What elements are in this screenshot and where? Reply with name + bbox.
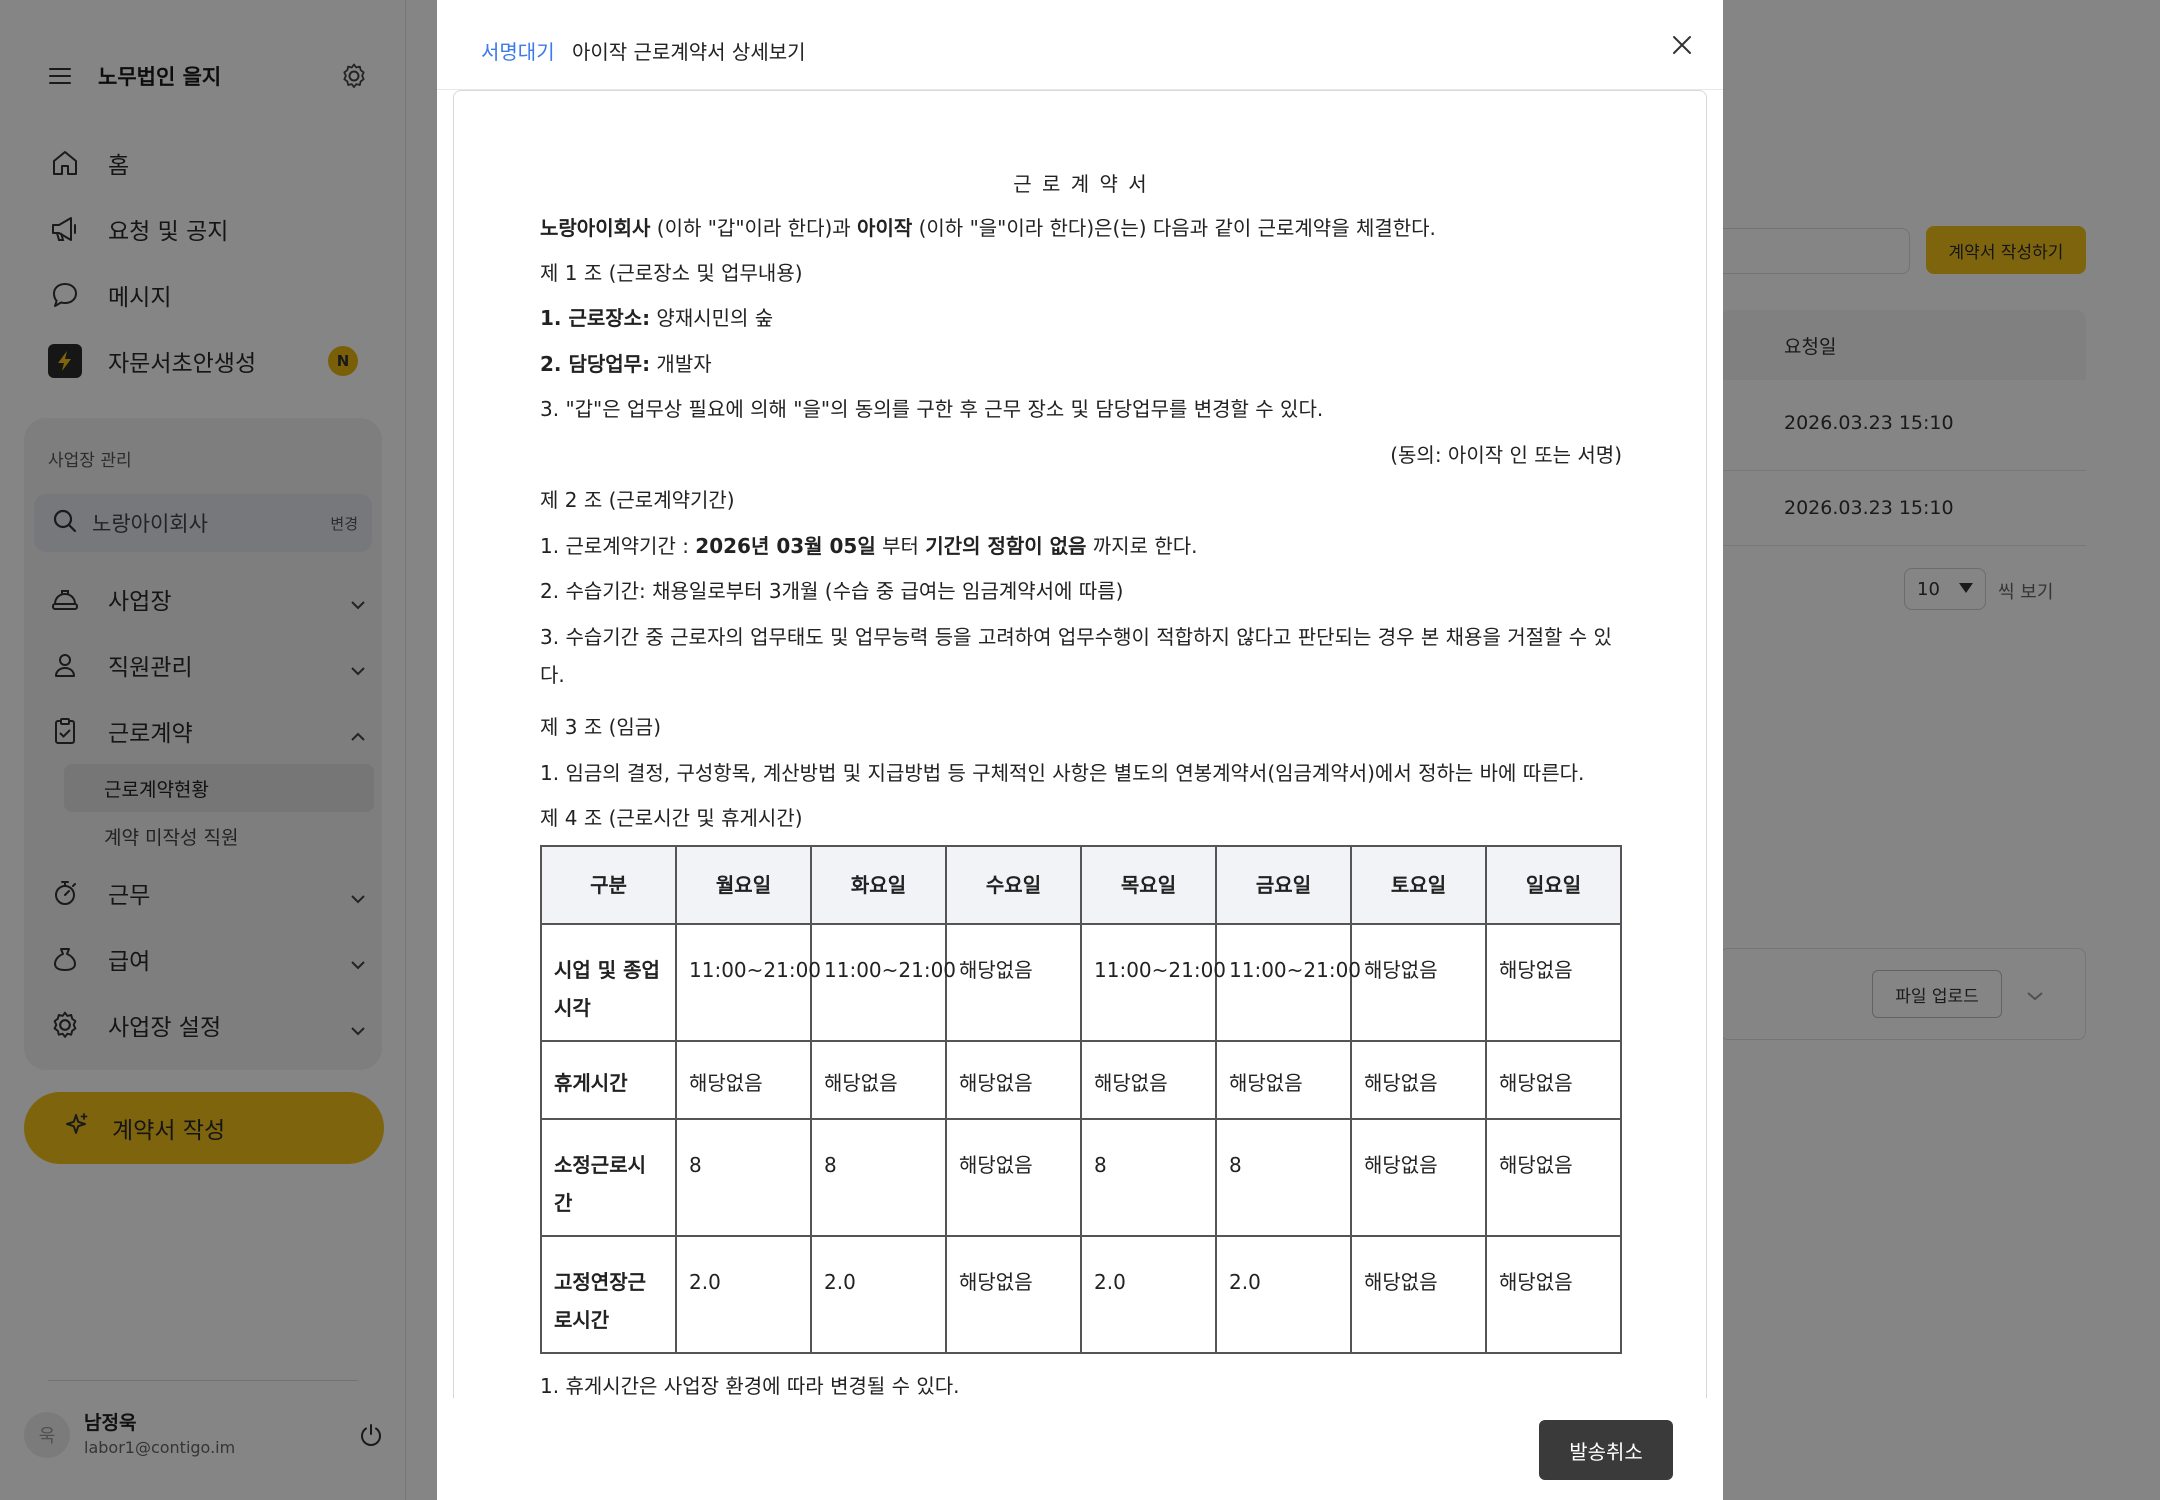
table-cell: 해당없음 [1485,1235,1622,1354]
table-cell: 해당없음 [1350,1235,1487,1354]
table-cell: 2.0 [675,1235,812,1354]
modal-header: 서명대기 아이작 근로계약서 상세보기 [437,0,1723,90]
column-header: 목요일 [1080,845,1217,925]
contract-detail-modal: 서명대기 아이작 근로계약서 상세보기 근 로 계 약 서 노랑아이회사 (이하… [437,0,1723,1500]
table-cell: 해당없음 [945,1235,1082,1354]
table-row: 시업 및 종업시각 11:00~21:00 11:00~21:00 해당없음 1… [540,923,1622,1042]
table-cell: 해당없음 [1350,1040,1487,1120]
column-header: 월요일 [675,845,812,925]
table-cell: 2.0 [810,1235,947,1354]
table-cell: 해당없음 [1350,1118,1487,1237]
break-time-note: 1. 휴게시간은 사업장 환경에 따라 변경될 수 있다. [540,1374,960,1398]
column-header: 일요일 [1485,845,1622,925]
column-header: 토요일 [1350,845,1487,925]
employee-name: 아이작 [857,216,913,240]
intro-text: (이하 "을"이라 한다)은(는) 다음과 같이 근로계약을 체결한다. [912,216,1436,240]
intro-text: (이하 "갑"이라 한다)과 [650,216,858,240]
article-4-heading: 제 4 조 (근로시간 및 휴게시간) [540,806,803,830]
table-cell: 2.0 [1080,1235,1217,1354]
table-cell: 2.0 [1215,1235,1352,1354]
consent-signature: (동의: 아이작 인 또는 서명) [1390,443,1622,467]
table-cell: 11:00~21:00 [810,923,956,1042]
table-cell: 해당없음 [1485,923,1622,1042]
probation-rejection-line: 3. 수습기간 중 근로자의 업무태도 및 업무능력 등을 고려하여 업무수행이… [540,625,1612,687]
table-cell: 11:00~21:00 [1215,923,1361,1042]
contract-document[interactable]: 근 로 계 약 서 노랑아이회사 (이하 "갑"이라 한다)과 아이작 (이하 … [453,90,1707,1398]
table-row: 소정근로시간 8 8 해당없음 8 8 해당없음 해당없음 [540,1118,1622,1237]
table-cell: 해당없음 [945,1118,1082,1237]
text: 까지로 한다. [1086,534,1198,558]
field-value: 양재시민의 숲 [650,306,774,330]
table-cell: 해당없음 [1485,1118,1622,1237]
table-row: 휴게시간 해당없음 해당없음 해당없음 해당없음 해당없음 해당없음 해당없음 [540,1040,1622,1120]
field-label: 2. 담당업무: [540,352,651,376]
text: 1. 근로계약기간 : [540,534,696,558]
table-cell: 해당없음 [1485,1040,1622,1120]
table-cell: 해당없음 [945,923,1082,1042]
duty-line: 2. 담당업무: 개발자 [540,349,1622,379]
modal-footer: 발송취소 [437,1398,1723,1500]
article-2-heading: 제 2 조 (근로계약기간) [540,488,735,512]
row-header: 시업 및 종업시각 [540,923,677,1042]
table-cell: 해당없음 [1215,1040,1352,1120]
status-label: 서명대기 [481,40,555,64]
table-header-row: 구분 월요일 화요일 수요일 목요일 금요일 토요일 일요일 [540,845,1622,925]
work-schedule-table: 구분 월요일 화요일 수요일 목요일 금요일 토요일 일요일 시업 및 종업시각… [540,845,1622,1354]
document-title: 근 로 계 약 서 [1013,172,1149,196]
field-value: 개발자 [650,352,712,376]
table-cell: 8 [1080,1118,1217,1237]
table-cell: 해당없음 [945,1040,1082,1120]
employer-name: 노랑아이회사 [540,216,651,240]
close-icon[interactable] [1669,32,1695,58]
modal-title: 아이작 근로계약서 상세보기 [572,40,806,64]
column-header: 구분 [540,845,677,925]
article-1-heading: 제 1 조 (근로장소 및 업무내용) [540,261,803,285]
table-cell: 해당없음 [675,1040,812,1120]
start-date: 2026년 03월 05일 [695,534,876,558]
table-cell: 해당없음 [1350,923,1487,1042]
workplace-line: 1. 근로장소: 양재시민의 숲 [540,303,1622,333]
column-header: 화요일 [810,845,947,925]
table-cell: 해당없음 [1080,1040,1217,1120]
article-3-heading: 제 3 조 (임금) [540,715,662,739]
row-header: 휴게시간 [540,1040,677,1120]
table-cell: 11:00~21:00 [675,923,821,1042]
cancel-send-button[interactable]: 발송취소 [1539,1420,1673,1480]
column-header: 수요일 [945,845,1082,925]
article-1-clause-3: 3. "갑"은 업무상 필요에 의해 "을"의 동의를 구한 후 근무 장소 및… [540,397,1324,421]
table-cell: 8 [675,1118,812,1237]
table-cell: 8 [1215,1118,1352,1237]
contract-period-line: 1. 근로계약기간 : 2026년 03월 05일 부터 기간의 정함이 없음 … [540,531,1622,561]
field-label: 1. 근로장소: [540,306,651,330]
row-header: 고정연장근로시간 [540,1235,677,1354]
table-cell: 해당없음 [810,1040,947,1120]
table-cell: 8 [810,1118,947,1237]
wage-line: 1. 임금의 결정, 구성항목, 계산방법 및 지급방법 등 구체적인 사항은 … [540,761,1585,785]
column-header: 금요일 [1215,845,1352,925]
intro-paragraph: 노랑아이회사 (이하 "갑"이라 한다)과 아이작 (이하 "을"이라 한다)은… [540,213,1622,243]
text: 부터 [875,534,926,558]
probation-line: 2. 수습기간: 채용일로부터 3개월 (수습 중 급여는 임금계약서에 따름) [540,579,1124,603]
end-date: 기간의 정함이 없음 [925,534,1087,558]
table-row: 고정연장근로시간 2.0 2.0 해당없음 2.0 2.0 해당없음 해당없음 [540,1235,1622,1354]
row-header: 소정근로시간 [540,1118,677,1237]
table-cell: 11:00~21:00 [1080,923,1226,1042]
